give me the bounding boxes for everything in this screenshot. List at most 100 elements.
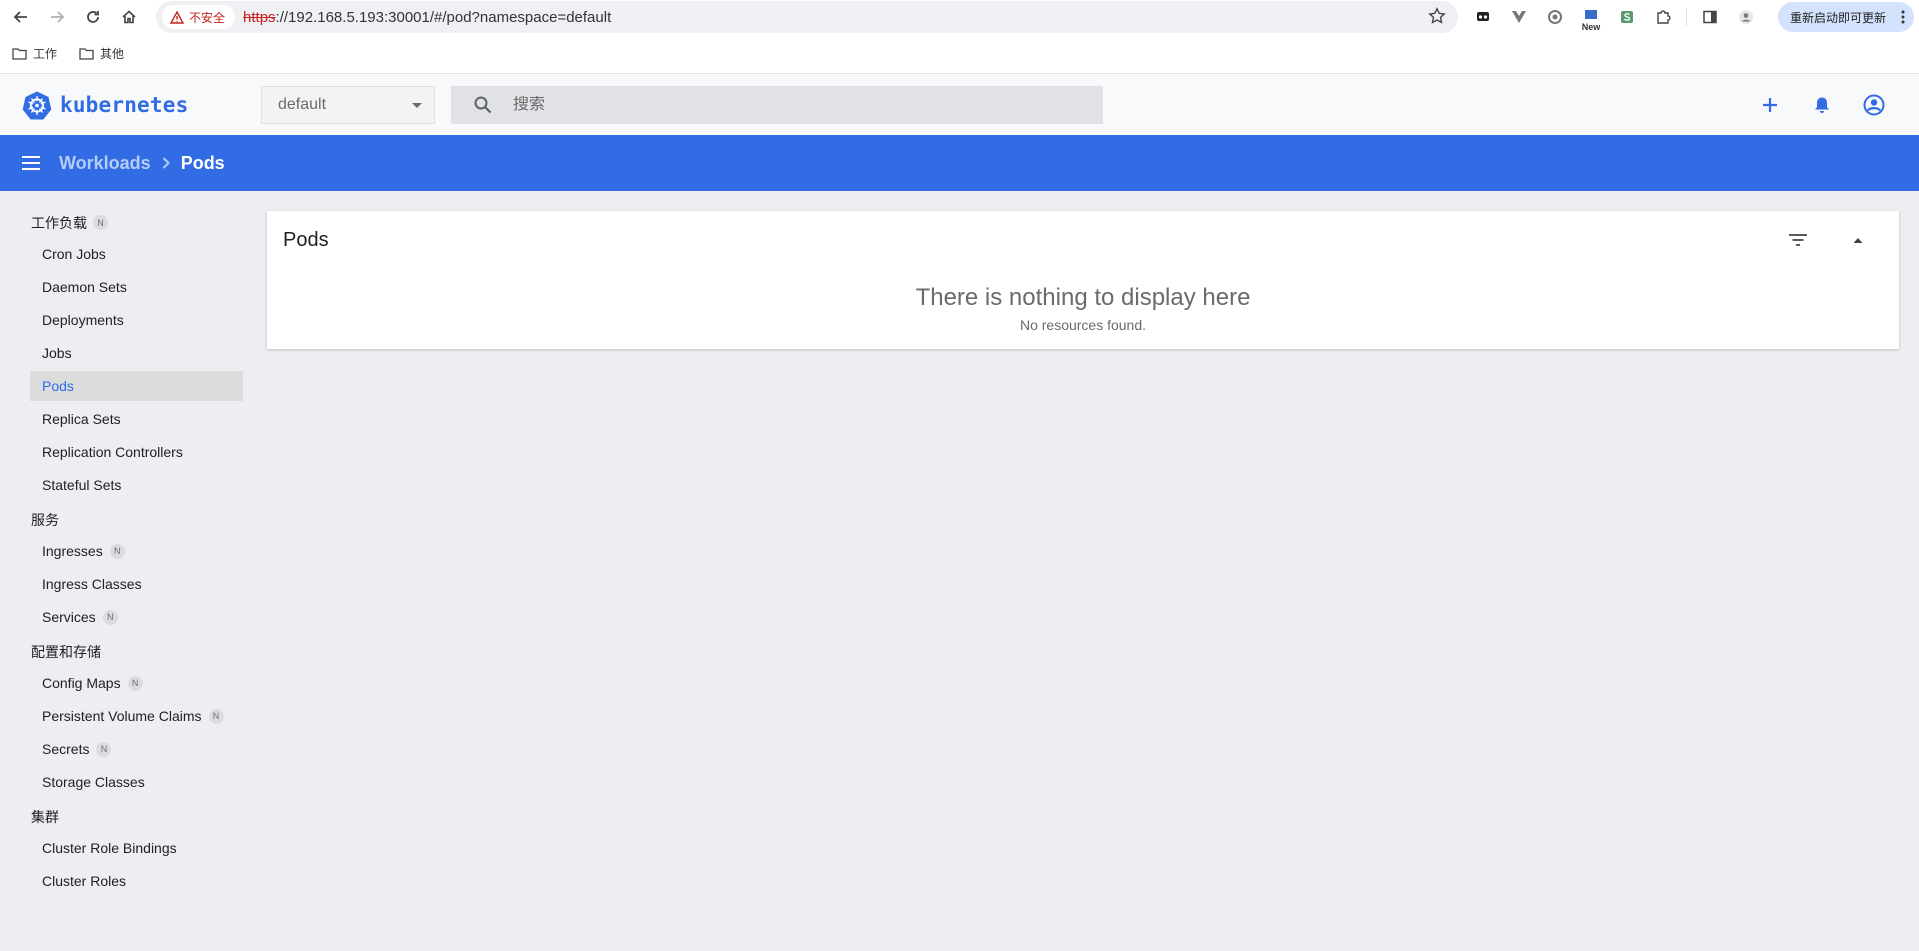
extension-button[interactable]	[1614, 4, 1640, 30]
extension-button[interactable]: New	[1578, 4, 1604, 32]
kubernetes-helm-icon	[22, 91, 52, 120]
create-button[interactable]	[1755, 90, 1785, 120]
extension-button[interactable]	[1470, 4, 1496, 30]
namespace-select[interactable]: default	[261, 86, 435, 124]
nav-group-label: 配置和存储	[31, 643, 101, 660]
nav-group-workloads[interactable]: 工作负载 N	[31, 206, 250, 239]
circle-ext-icon	[1548, 10, 1562, 24]
empty-state-subtitle: No resources found.	[1019, 317, 1147, 333]
bookmark-folder-other[interactable]: 其他	[79, 45, 124, 62]
extension-button[interactable]	[1506, 4, 1532, 30]
empty-state-title: There is nothing to display here	[915, 284, 1251, 311]
sidebar-item-storage-classes[interactable]: Storage Classes	[30, 767, 243, 797]
sidebar-item-replication-controllers[interactable]: Replication Controllers	[30, 437, 243, 467]
breadcrumb-workloads[interactable]: Workloads	[59, 153, 151, 174]
update-label: 重新启动即可更新	[1790, 10, 1887, 25]
nav-group-cluster[interactable]: 集群	[31, 800, 250, 833]
back-button[interactable]	[6, 2, 36, 32]
pods-card: Pods There is nothing to display here No…	[267, 211, 1899, 349]
address-bar[interactable]: 不安全 https://192.168.5.193:30001/#/pod?na…	[156, 1, 1458, 33]
namespaced-badge: N	[96, 741, 112, 757]
sidebar-item-label: Pods	[42, 378, 74, 394]
hamburger-menu-icon	[22, 156, 40, 170]
app-header: kubernetes default	[0, 74, 1919, 135]
sidebar-item-replica-sets[interactable]: Replica Sets	[30, 404, 243, 434]
filter-button[interactable]	[1783, 225, 1813, 255]
sidebar-item-config-maps[interactable]: Config Maps N	[30, 668, 243, 698]
card-actions	[1783, 225, 1873, 255]
sidebar-item-label: Jobs	[42, 345, 72, 361]
folder-icon	[79, 48, 94, 60]
plus-icon	[1763, 98, 1777, 112]
sidebar-item-secrets[interactable]: Secrets N	[30, 734, 243, 764]
bell-icon	[1815, 97, 1829, 113]
collapse-button[interactable]	[1843, 225, 1873, 255]
reload-button[interactable]	[78, 2, 108, 32]
home-icon	[122, 10, 136, 24]
account-button[interactable]	[1859, 90, 1889, 120]
folder-icon	[12, 48, 27, 60]
sidebar-item-label: Ingresses	[42, 543, 103, 559]
sidebar: 工作负载 N Cron Jobs Daemon Sets Deployments…	[0, 191, 250, 951]
sidebar-item-label: Config Maps	[42, 675, 121, 691]
sidebar-item-persistent-volume-claims[interactable]: Persistent Volume Claims N	[30, 701, 243, 731]
nav-group-label: 工作负载	[31, 214, 87, 231]
warning-icon	[170, 10, 184, 24]
bookmark-star-button[interactable]	[1428, 7, 1446, 30]
sidebar-item-cron-jobs[interactable]: Cron Jobs	[30, 239, 243, 269]
extensions-puzzle-button[interactable]	[1650, 4, 1676, 30]
sidebar-item-label: Persistent Volume Claims	[42, 708, 202, 724]
chevron-right-icon	[162, 157, 170, 169]
sidebar-item-daemon-sets[interactable]: Daemon Sets	[30, 272, 243, 302]
nav-menu-button[interactable]	[18, 150, 44, 176]
sidebar-item-label: Secrets	[42, 741, 90, 757]
sidebar-item-deployments[interactable]: Deployments	[30, 305, 243, 335]
url-path: ://192.168.5.193:30001/#/pod?namespace=d…	[275, 8, 612, 26]
bookmark-label: 其他	[100, 47, 125, 61]
notifications-button[interactable]	[1807, 90, 1837, 120]
puzzle-icon	[1657, 10, 1671, 24]
forward-button[interactable]	[42, 2, 72, 32]
url-text[interactable]: https://192.168.5.193:30001/#/pod?namesp…	[243, 9, 611, 26]
sidebar-item-stateful-sets[interactable]: Stateful Sets	[30, 470, 243, 500]
sidebar-item-jobs[interactable]: Jobs	[30, 338, 243, 368]
sidebar-item-services[interactable]: Services N	[30, 602, 243, 632]
reload-icon	[87, 11, 99, 23]
search-icon	[474, 96, 492, 114]
sidebar-item-label: Deployments	[42, 312, 124, 328]
namespaced-badge: N	[208, 708, 224, 724]
side-panel-button[interactable]	[1697, 4, 1723, 30]
bookmark-folder-work[interactable]: 工作	[12, 45, 57, 62]
nav-group-services[interactable]: 服务	[31, 503, 250, 536]
nav-group-config-storage[interactable]: 配置和存储	[31, 635, 250, 668]
search-input[interactable]	[513, 96, 1073, 114]
sidebar-item-label: Replica Sets	[42, 411, 121, 427]
sidebar-item-cluster-role-bindings[interactable]: Cluster Role Bindings	[30, 833, 243, 863]
app-logo[interactable]: kubernetes	[22, 90, 188, 120]
vue-ext-icon	[1512, 11, 1526, 23]
new-tag: New	[1581, 22, 1601, 32]
sidebar-item-pods[interactable]: Pods	[30, 371, 243, 401]
star-icon	[1428, 7, 1446, 24]
arrow-right-icon	[51, 11, 65, 23]
sidebar-item-cluster-roles[interactable]: Cluster Roles	[30, 866, 243, 896]
sidebar-item-label: Storage Classes	[42, 774, 145, 790]
account-circle-icon	[1863, 94, 1885, 116]
side-panel-icon	[1703, 10, 1717, 24]
security-chip[interactable]: 不安全	[162, 5, 236, 29]
divider	[1686, 8, 1687, 26]
breadcrumb: Workloads Pods	[59, 153, 225, 174]
incognito-ext-icon	[1477, 12, 1489, 21]
profile-button[interactable]	[1733, 4, 1759, 30]
sidebar-item-ingresses[interactable]: Ingresses N	[30, 536, 243, 566]
nav-group-label: 集群	[31, 808, 59, 825]
nav-group-label: 服务	[31, 511, 59, 528]
update-button[interactable]: 重新启动即可更新	[1778, 2, 1914, 32]
sidebar-item-ingress-classes[interactable]: Ingress Classes	[30, 569, 243, 599]
sidebar-item-label: Stateful Sets	[42, 477, 122, 493]
extension-button[interactable]	[1542, 4, 1568, 30]
namespace-value: default	[278, 96, 327, 113]
home-button[interactable]	[114, 2, 144, 32]
namespaced-badge: N	[109, 543, 125, 559]
bookmarks-bar: 工作 其他	[0, 34, 1919, 74]
